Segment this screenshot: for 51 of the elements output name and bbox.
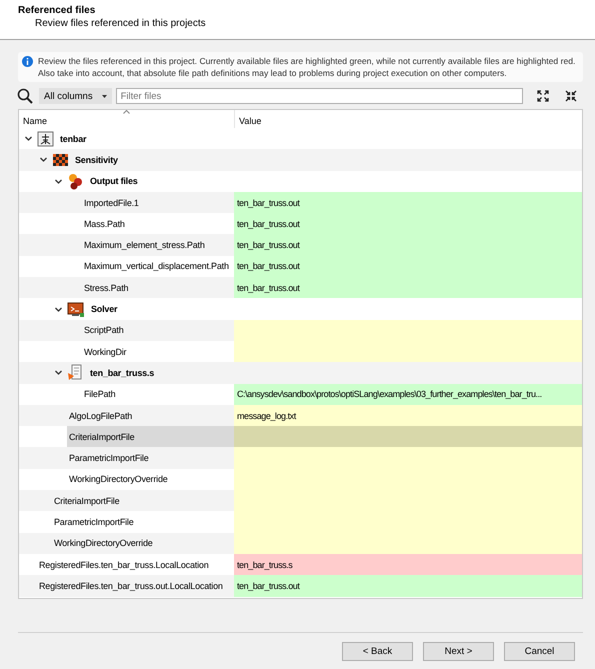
tree-item[interactable]: Stress.Path xyxy=(82,277,234,298)
next-button[interactable]: Next > xyxy=(423,642,494,660)
chevron-down-icon[interactable] xyxy=(54,304,63,314)
column-dropdown[interactable]: All columns xyxy=(39,88,112,104)
info-text: Review the files referenced in this project. Currently available files are highlighted green, while not currently available files are highlighted red. Also take into account, that absolute file path definitions may lead to problems during project execution on other computers. xyxy=(38,55,576,79)
tree-item[interactable]: WorkingDirectoryOverride xyxy=(52,532,234,554)
value-cell: ten_bar_truss.out xyxy=(234,575,582,597)
tree-item[interactable]: CriteriaImportFile xyxy=(52,490,234,512)
chevron-down-icon[interactable] xyxy=(54,176,63,186)
tree-item[interactable]: CriteriaImportFile xyxy=(67,426,234,448)
value-cell: message_log.txt xyxy=(234,404,582,426)
expand-all-icon[interactable] xyxy=(537,90,549,102)
sort-caret-icon xyxy=(123,110,130,114)
tree-item[interactable]: tenbar xyxy=(58,128,234,150)
tree-item[interactable]: Output files xyxy=(88,170,234,192)
tree-item[interactable]: Sensitivity xyxy=(73,149,234,171)
chevron-down-icon[interactable] xyxy=(39,155,48,164)
value-cell: ten_bar_truss.out xyxy=(234,192,582,214)
tree-item[interactable]: FilePath xyxy=(82,384,234,405)
tree-folder-icon xyxy=(37,130,54,148)
chevron-down-icon[interactable] xyxy=(24,134,33,144)
dropdown-arrow-icon xyxy=(102,94,107,98)
tree-item[interactable]: ImportedFile.1 xyxy=(82,192,234,214)
tree-item[interactable]: AlgoLogFilePath xyxy=(67,404,234,426)
tree-item[interactable]: Mass.Path xyxy=(82,213,234,234)
page-subtitle: Review files referenced in this projects xyxy=(34,18,207,29)
search-icon xyxy=(17,88,33,104)
value-cell: ten_bar_truss.out xyxy=(234,277,582,298)
cancel-button[interactable]: Cancel xyxy=(504,642,575,660)
value-cell: ten_bar_truss.out xyxy=(234,213,582,234)
value-cell: ten_bar_truss.s xyxy=(234,554,582,576)
filter-field[interactable]: Filter files xyxy=(116,88,523,104)
tree-item[interactable]: ParametricImportFile xyxy=(67,447,234,469)
spheres-icon xyxy=(67,172,84,190)
tree-item[interactable]: RegisteredFiles.ten_bar_truss.LocalLocation xyxy=(37,554,234,576)
value-cell: C:\ansysdev\sandbox\protos\optiSLang\examples\03_further_examples\ten_bar_tru... xyxy=(234,384,582,405)
back-button[interactable]: < Back xyxy=(342,642,413,660)
tree-item[interactable]: ten_bar_truss.s xyxy=(88,362,234,384)
tree-item[interactable]: Maximum_vertical_displacement.Path xyxy=(82,256,234,278)
tree-item[interactable]: RegisteredFiles.ten_bar_truss.out.LocalLocation xyxy=(37,575,234,597)
column-header[interactable]: Name xyxy=(19,110,234,128)
chevron-down-icon[interactable] xyxy=(54,368,63,378)
value-cell: ten_bar_truss.out xyxy=(234,234,582,256)
collapse-all-icon[interactable] xyxy=(565,90,577,102)
info-icon xyxy=(22,56,33,67)
tree-item[interactable]: Solver xyxy=(89,298,234,320)
value-cell: ten_bar_truss.out xyxy=(234,256,582,278)
page-title: Referenced files xyxy=(18,5,96,16)
tree-item[interactable]: Maximum_element_stress.Path xyxy=(82,234,234,256)
checkered-icon xyxy=(52,151,69,168)
tree-item[interactable]: ScriptPath xyxy=(82,320,234,341)
